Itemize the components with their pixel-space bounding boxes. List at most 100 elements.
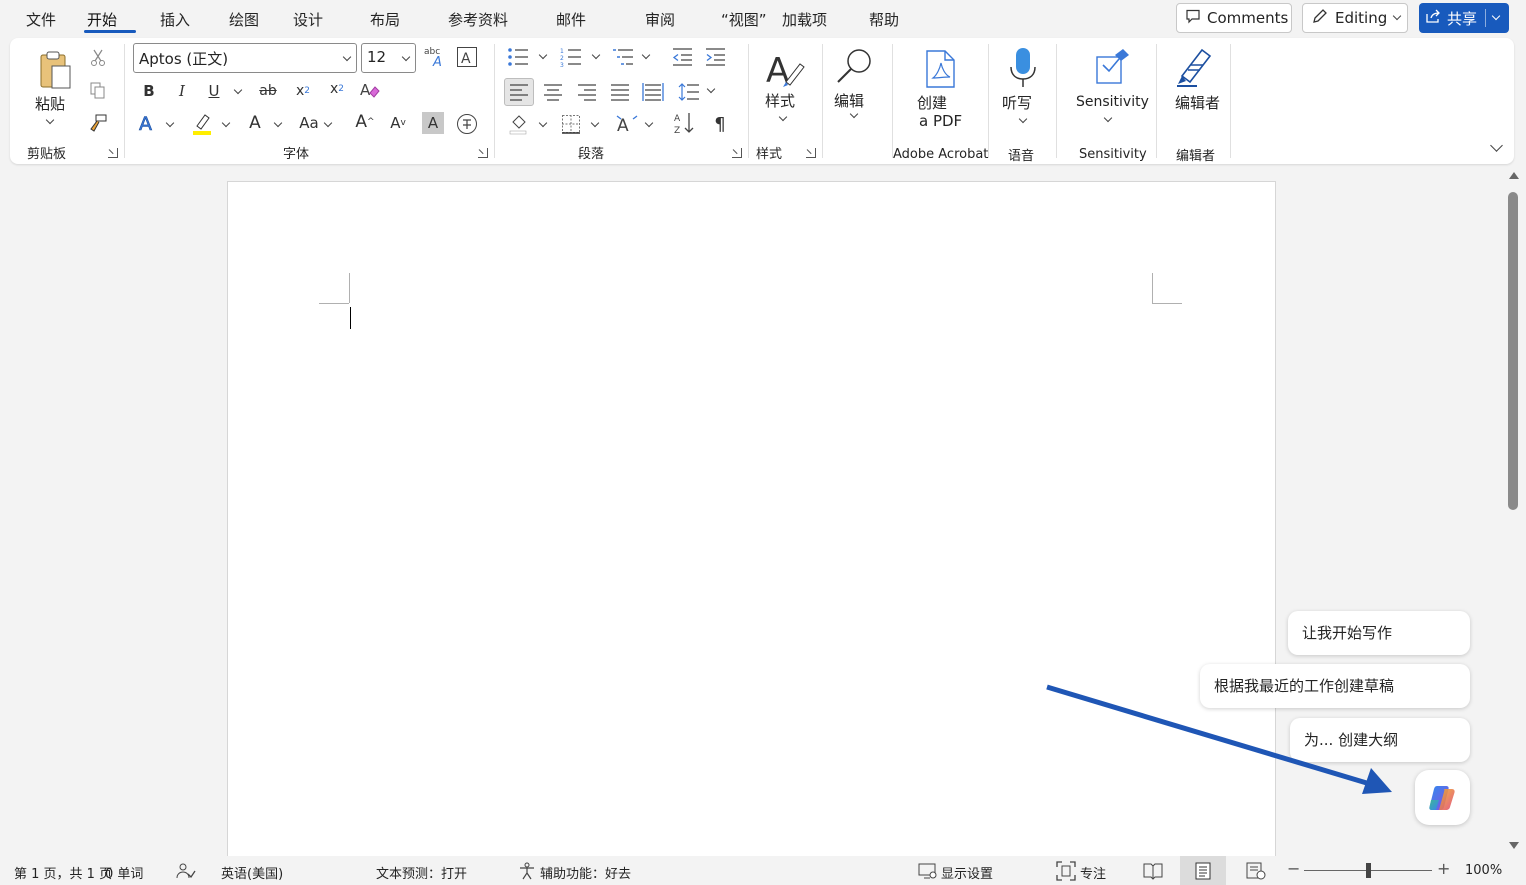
share-button[interactable]: 共享 (1419, 3, 1509, 33)
paste-label[interactable]: 粘贴 (35, 93, 65, 114)
dictate-label[interactable]: 听写 (1002, 92, 1032, 113)
sensitivity-label[interactable]: Sensitivity (1076, 94, 1149, 110)
editing-mode-button[interactable]: Editing (1302, 3, 1408, 33)
find-magnifier-icon[interactable] (832, 44, 878, 90)
font-name-combobox[interactable]: Aptos (正文) (133, 43, 357, 73)
clear-formatting-icon[interactable]: A (358, 78, 382, 102)
chevron-down-icon[interactable] (644, 118, 654, 128)
zoom-slider-thumb[interactable] (1366, 863, 1371, 878)
tab-layout[interactable]: 布局 (370, 9, 400, 30)
bullets-icon[interactable] (506, 46, 530, 68)
language-indicator[interactable]: 英语(美国) (221, 863, 283, 882)
tab-draw[interactable]: 绘图 (229, 9, 259, 30)
font-color-icon[interactable]: A (244, 111, 266, 135)
increase-indent-icon[interactable] (703, 46, 727, 68)
comments-button[interactable]: Comments (1176, 3, 1292, 33)
chevron-down-icon[interactable] (538, 118, 548, 128)
tab-references[interactable]: 参考资料 (448, 9, 508, 30)
scroll-up-icon[interactable] (1509, 172, 1519, 179)
strikethrough-icon[interactable]: ab (256, 80, 280, 102)
text-box-a-icon[interactable]: A (456, 46, 478, 68)
tab-addins[interactable]: 加载项 (782, 9, 827, 30)
shading-icon[interactable] (507, 112, 531, 136)
editor-label[interactable]: 编辑者 (1175, 92, 1220, 113)
accessibility-icon[interactable] (518, 862, 538, 884)
highlight-icon[interactable] (190, 111, 214, 137)
chevron-down-icon[interactable] (273, 118, 283, 128)
focus-label[interactable]: 专注 (1080, 863, 1106, 882)
zoom-level[interactable]: 100% (1465, 863, 1502, 878)
spelling-abc-icon[interactable]: abc A (422, 45, 448, 69)
asian-layout-icon[interactable]: A (614, 110, 640, 136)
tab-home[interactable]: 开始 (87, 9, 117, 30)
chevron-down-icon[interactable] (323, 118, 333, 128)
chevron-down-icon[interactable] (1491, 11, 1502, 23)
chevron-down-icon[interactable] (221, 118, 231, 128)
numbering-icon[interactable]: 123 (559, 46, 583, 68)
ribbon-collapse-chevron-icon[interactable] (1490, 139, 1503, 152)
italic-icon[interactable]: I (171, 80, 193, 102)
chevron-down-icon[interactable] (538, 50, 548, 60)
chevron-down-icon[interactable] (641, 50, 651, 60)
enclose-characters-icon[interactable] (455, 112, 479, 136)
zoom-out-icon[interactable]: − (1287, 859, 1300, 878)
align-left-icon[interactable] (504, 78, 534, 106)
chevron-down-icon[interactable] (591, 50, 601, 60)
shrink-font-icon[interactable]: Av (387, 112, 409, 134)
tab-view[interactable]: “视图” (721, 9, 767, 30)
cut-icon[interactable] (88, 48, 108, 68)
chevron-down-icon[interactable] (233, 85, 243, 95)
show-formatting-marks-icon[interactable]: ¶ (709, 112, 731, 136)
borders-icon[interactable] (559, 112, 583, 136)
decrease-indent-icon[interactable] (670, 46, 694, 68)
sort-icon[interactable]: AZ (673, 110, 697, 136)
format-painter-icon[interactable] (86, 112, 110, 134)
text-prediction-status[interactable]: 文本预测：打开 (376, 863, 467, 882)
tab-design[interactable]: 设计 (293, 9, 323, 30)
paste-chevron-icon[interactable] (45, 115, 55, 125)
dictate-microphone-icon[interactable] (1000, 44, 1046, 90)
display-settings-label[interactable]: 显示设置 (941, 863, 993, 882)
bold-icon[interactable]: B (138, 80, 160, 102)
text-effects-icon[interactable]: A (136, 111, 160, 135)
chevron-down-icon[interactable] (778, 112, 788, 122)
accessibility-status[interactable]: 辅助功能：好去 (540, 863, 631, 882)
web-layout-icon[interactable] (1246, 862, 1266, 884)
page-count[interactable]: 第 1 页，共 1 页 (14, 863, 112, 882)
align-center-icon[interactable] (541, 80, 565, 104)
chevron-down-icon[interactable] (1018, 114, 1028, 124)
accessibility-people-icon[interactable] (176, 862, 196, 884)
editing-group-label[interactable]: 编辑 (834, 90, 864, 111)
editor-pen-icon[interactable] (1172, 44, 1218, 90)
word-count[interactable]: 0 单词 (105, 863, 143, 882)
paste-icon[interactable] (30, 46, 80, 96)
chevron-down-icon[interactable] (849, 109, 859, 119)
line-spacing-icon[interactable] (677, 80, 701, 104)
superscript-icon[interactable]: x2 (326, 78, 348, 100)
tab-mailings[interactable]: 邮件 (556, 9, 586, 30)
underline-icon[interactable]: U (203, 80, 225, 102)
font-dialog-launcher-icon[interactable] (478, 148, 488, 158)
create-pdf-label-line2[interactable]: a PDF (919, 112, 962, 130)
tab-help[interactable]: 帮助 (869, 9, 899, 30)
tab-review[interactable]: 审阅 (645, 9, 675, 30)
create-pdf-label-line1[interactable]: 创建 (917, 92, 947, 113)
paragraph-dialog-launcher-icon[interactable] (732, 148, 742, 158)
character-shading-icon[interactable]: A (422, 112, 444, 134)
scrollbar-thumb[interactable] (1508, 192, 1518, 510)
chevron-down-icon[interactable] (706, 84, 716, 94)
tab-file[interactable]: 文件 (26, 9, 56, 30)
zoom-in-icon[interactable]: + (1437, 859, 1450, 878)
multilevel-list-icon[interactable] (611, 46, 635, 68)
font-size-combobox[interactable]: 12 (361, 43, 416, 73)
styles-label[interactable]: 样式 (765, 90, 795, 111)
chevron-down-icon[interactable] (1103, 113, 1113, 123)
clipboard-dialog-launcher-icon[interactable] (108, 148, 118, 158)
scroll-down-icon[interactable] (1509, 842, 1519, 849)
chevron-down-icon[interactable] (590, 118, 600, 128)
align-right-icon[interactable] (575, 80, 599, 104)
sensitivity-icon[interactable] (1090, 44, 1136, 90)
justify-icon[interactable] (608, 80, 632, 104)
focus-mode-icon[interactable] (1056, 861, 1076, 885)
copilot-button[interactable] (1415, 770, 1470, 825)
